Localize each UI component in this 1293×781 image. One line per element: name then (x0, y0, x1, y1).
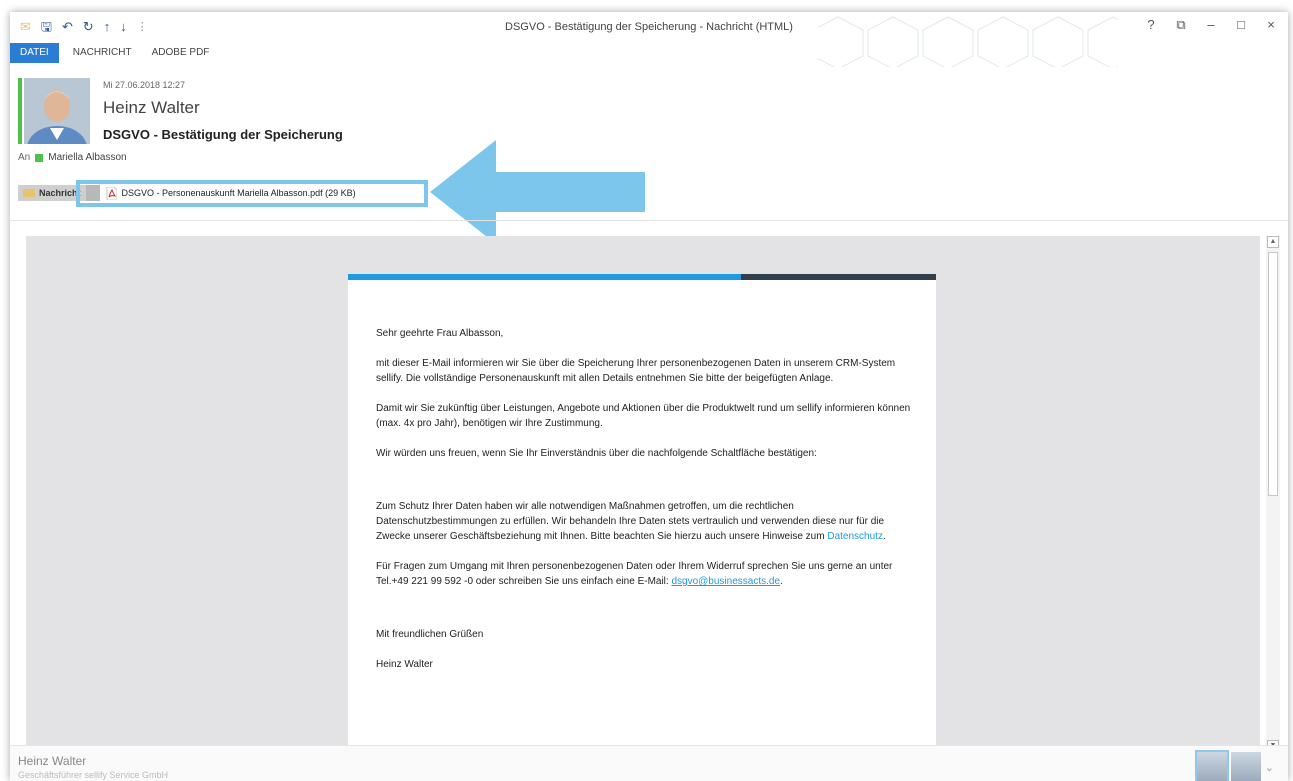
message-subject: DSGVO - Bestätigung der Speicherung (103, 127, 343, 142)
envelope-icon (23, 189, 35, 197)
recipient-line: An Mariella Albasson (18, 152, 127, 163)
maximize-button[interactable]: □ (1234, 17, 1248, 33)
recipient-name[interactable]: Mariella Albasson (48, 152, 126, 163)
email-card: Sehr geehrte Frau Albasson, mit dieser E… (348, 274, 936, 776)
expand-people-icon[interactable]: ⌄ (1265, 761, 1274, 774)
ribbon-tabs: DATEI NACHRICHT ADOBE PDF (10, 43, 219, 63)
privacy-link[interactable]: Datenschutz (827, 531, 883, 542)
header-divider (10, 220, 1288, 221)
presence-bar (18, 78, 22, 144)
email-paragraph-2: Damit wir Sie zukünftig über Leistungen,… (376, 403, 911, 429)
attachment-highlight-box (76, 180, 428, 207)
people-pane: Heinz Walter Geschäftsführer sellify Ser… (10, 745, 1288, 781)
email-paragraph-5: Für Fragen zum Umgang mit Ihren personen… (376, 561, 893, 587)
tab-datei[interactable]: DATEI (10, 43, 59, 63)
outlook-message-window: ✉ 🖫 ↶ ↻ ↑ ↓ ⋮ DSGVO - Bestätigung der Sp… (10, 12, 1288, 781)
email-signature: Heinz Walter (376, 659, 433, 670)
email-card-topbar (348, 274, 936, 280)
message-tab-label: Nachricht (39, 188, 81, 198)
ribbon-options-button[interactable]: ⧉ (1174, 17, 1188, 33)
sender-avatar[interactable] (24, 78, 90, 144)
email-paragraph-4: Zum Schutz Ihrer Daten haben wir alle no… (376, 501, 886, 542)
title-bar: ✉ 🖫 ↶ ↻ ↑ ↓ ⋮ DSGVO - Bestätigung der Sp… (10, 12, 1288, 67)
vertical-scrollbar[interactable]: ▲ ▼ (1266, 236, 1280, 752)
presence-icon (35, 153, 44, 162)
email-content: Sehr geehrte Frau Albasson, mit dieser E… (376, 326, 916, 687)
window-title: DSGVO - Bestätigung der Speicherung - Na… (505, 21, 793, 33)
close-button[interactable]: × (1264, 17, 1278, 33)
people-pane-role: Geschäftsführer sellify Service GmbH (18, 770, 169, 780)
recipient-thumbnail[interactable] (1230, 752, 1261, 781)
sender-name[interactable]: Heinz Walter (103, 98, 200, 118)
people-pane-name[interactable]: Heinz Walter (18, 754, 86, 768)
tab-adobe-pdf[interactable]: ADOBE PDF (142, 43, 220, 63)
tab-nachricht[interactable]: NACHRICHT (63, 43, 142, 63)
minimize-button[interactable]: – (1204, 17, 1218, 33)
email-paragraph-3: Wir würden uns freuen, wenn Sie Ihr Einv… (376, 448, 817, 459)
annotation-arrow-icon (430, 140, 645, 244)
message-body-area: Sehr geehrte Frau Albasson, mit dieser E… (26, 236, 1260, 776)
help-button[interactable]: ? (1144, 17, 1158, 33)
people-pane-photos: ⌄ (1194, 750, 1274, 781)
to-label: An (18, 152, 31, 163)
email-greeting: Sehr geehrte Frau Albasson, (376, 328, 504, 339)
person-photo-icon (24, 78, 90, 144)
scroll-up-icon[interactable]: ▲ (1267, 236, 1279, 248)
scroll-thumb[interactable] (1268, 252, 1278, 496)
email-closing: Mit freundlichen Grüßen (376, 629, 484, 640)
email-link[interactable]: dsgvo@businessacts.de (671, 576, 780, 587)
email-paragraph-1: mit dieser E-Mail informieren wir Sie üb… (376, 358, 896, 384)
window-controls: ? ⧉ – □ × (1144, 17, 1278, 33)
message-date: Mi 27.06.2018 12:27 (103, 80, 186, 90)
sender-thumbnail[interactable] (1194, 750, 1229, 781)
